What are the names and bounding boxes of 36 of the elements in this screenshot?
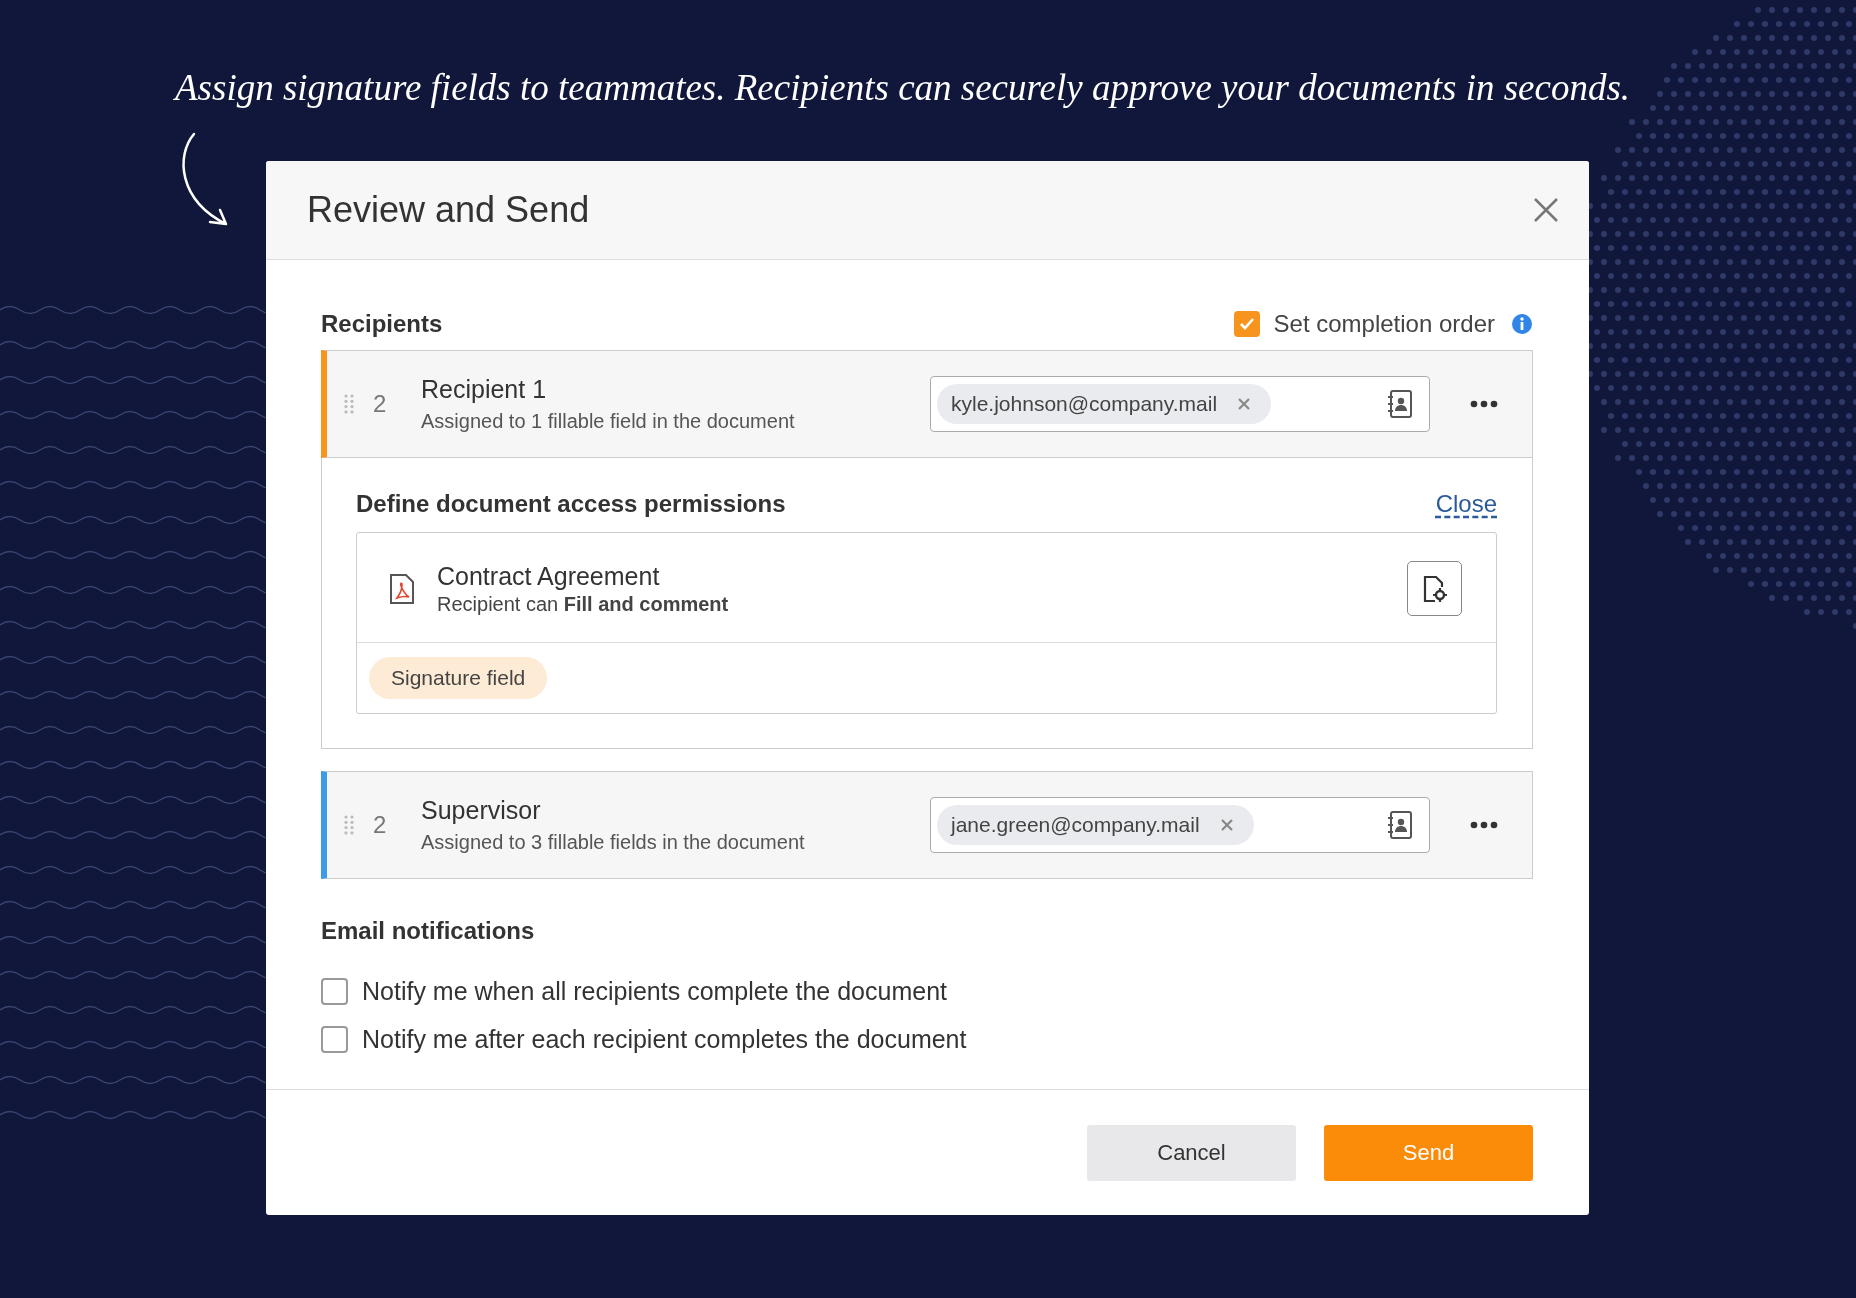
- email-address: jane.green@company.mail: [951, 813, 1200, 837]
- drag-handle-icon[interactable]: [343, 814, 355, 836]
- checkbox-label: Notify me when all recipients complete the document: [362, 976, 947, 1006]
- close-icon[interactable]: [1533, 197, 1559, 223]
- completion-order-checkbox[interactable]: [1233, 311, 1260, 337]
- section-heading: Recipients: [321, 310, 443, 338]
- checkbox-label: Set completion order: [1273, 310, 1495, 338]
- notification-checkbox[interactable]: [321, 1025, 348, 1053]
- remove-icon[interactable]: [1237, 397, 1252, 411]
- checkbox-label: Notify me after each recipient completes the document: [362, 1024, 967, 1054]
- info-icon[interactable]: [1511, 313, 1533, 335]
- notification-checkbox[interactable]: [321, 977, 348, 1005]
- document-name: Contract Agreement: [437, 561, 661, 591]
- recipient-summary: Assigned to 1 fillable field in the document: [421, 410, 796, 433]
- section-heading: Email notifications: [321, 917, 536, 945]
- order-number: 2: [373, 811, 388, 839]
- headline: Assign signature fields to teammates. Recipients can securely approve your documents in seconds.: [175, 66, 1632, 110]
- email-address: kyle.johnson@company.mail: [951, 392, 1218, 416]
- cancel-button[interactable]: Cancel: [1087, 1125, 1296, 1181]
- recipient-name: Recipient 1: [421, 375, 548, 404]
- document-settings-icon[interactable]: [1407, 561, 1462, 616]
- recipient-name: Supervisor: [421, 796, 542, 825]
- email-field[interactable]: jane.green@company.mail: [930, 797, 1430, 853]
- dialog-title: Review and Send: [307, 189, 590, 231]
- field-tag: Signature field: [369, 657, 548, 699]
- contact-book-icon[interactable]: [1387, 810, 1413, 840]
- drag-handle-icon[interactable]: [343, 393, 355, 415]
- recipient-summary: Assigned to 3 fillable fields in the document: [421, 831, 806, 854]
- email-field[interactable]: kyle.johnson@company.mail: [930, 376, 1430, 432]
- remove-icon[interactable]: [1219, 818, 1234, 832]
- access-level: Recipient can Fill and comment: [437, 592, 730, 616]
- permissions-heading: Define document access permissions: [356, 490, 786, 518]
- pdf-file-icon: [389, 572, 415, 605]
- close-link[interactable]: Close: [1435, 490, 1497, 518]
- contact-book-icon[interactable]: [1387, 389, 1413, 419]
- order-number: 2: [373, 390, 388, 418]
